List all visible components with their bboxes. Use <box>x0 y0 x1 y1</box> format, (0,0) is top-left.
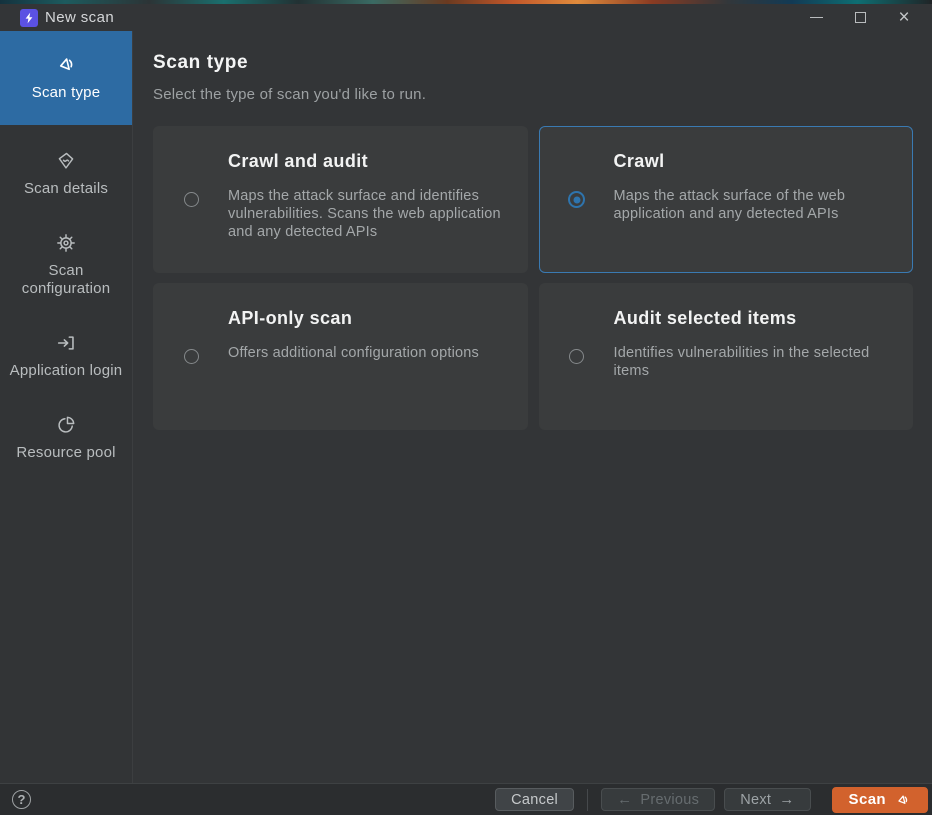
pie-chart-icon <box>55 414 77 436</box>
cancel-button-label: Cancel <box>511 792 558 808</box>
next-button-label: Next <box>740 792 771 808</box>
radio-api-only-scan[interactable] <box>184 349 199 364</box>
gear-icon <box>55 232 77 254</box>
radio-crawl-and-audit[interactable] <box>184 192 199 207</box>
next-button[interactable]: Next → <box>724 788 810 811</box>
wizard-footer: ? Cancel ← Previous Next → Scan <box>0 783 932 815</box>
arrow-left-icon: ← <box>617 791 632 808</box>
close-icon: × <box>898 8 909 27</box>
sidebar-item-label: Scan configuration <box>6 262 126 298</box>
window-title: New scan <box>45 9 114 26</box>
arrow-right-icon: → <box>779 791 794 808</box>
scan-type-icon <box>55 53 78 76</box>
sidebar-item-application-login[interactable]: Application login <box>0 319 132 394</box>
help-button[interactable]: ? <box>12 790 31 809</box>
burp-logo-icon <box>20 9 38 27</box>
option-description: Identifies vulnerabilities in the select… <box>614 344 895 380</box>
option-title: Crawl <box>614 151 895 172</box>
page-subtitle: Select the type of scan you'd like to ru… <box>153 86 913 103</box>
scan-type-options: Crawl and audit Maps the attack surface … <box>153 126 913 430</box>
option-description: Offers additional configuration options <box>228 344 509 362</box>
scan-button[interactable]: Scan <box>832 787 928 813</box>
new-scan-window: New scan × Scan type <box>0 0 932 815</box>
radio-crawl[interactable] <box>568 191 585 208</box>
scan-type-panel: Scan type Select the type of scan you'd … <box>133 31 932 783</box>
scan-button-label: Scan <box>849 791 886 808</box>
minimize-button[interactable] <box>794 4 838 31</box>
option-title: Crawl and audit <box>228 151 509 172</box>
option-card-audit-selected-items[interactable]: Audit selected items Identifies vulnerab… <box>539 283 914 430</box>
option-title: Audit selected items <box>614 308 895 329</box>
sidebar-item-label: Scan details <box>24 180 108 198</box>
option-card-api-only-scan[interactable]: API-only scan Offers additional configur… <box>153 283 528 430</box>
close-button[interactable]: × <box>882 4 926 31</box>
window-controls: × <box>794 4 932 31</box>
option-description: Maps the attack surface and identifies v… <box>228 187 509 241</box>
cancel-button[interactable]: Cancel <box>495 788 574 811</box>
minimize-icon <box>810 17 823 18</box>
scan-details-icon <box>55 150 77 172</box>
sidebar-item-resource-pool[interactable]: Resource pool <box>0 401 132 476</box>
previous-button-label: Previous <box>640 792 699 808</box>
question-mark-icon: ? <box>18 792 26 807</box>
login-icon <box>55 332 77 354</box>
page-title: Scan type <box>153 52 913 74</box>
sidebar-item-scan-type[interactable]: Scan type <box>0 31 132 125</box>
sidebar-item-scan-configuration[interactable]: Scan configuration <box>0 219 132 312</box>
option-title: API-only scan <box>228 308 509 329</box>
radio-audit-selected-items[interactable] <box>569 349 584 364</box>
sidebar-item-label: Application login <box>10 362 123 380</box>
option-card-crawl[interactable]: Crawl Maps the attack surface of the web… <box>539 126 914 273</box>
maximize-button[interactable] <box>838 4 882 31</box>
sidebar-item-label: Resource pool <box>16 444 115 462</box>
previous-button[interactable]: ← Previous <box>601 788 715 811</box>
wizard-sidebar: Scan type Scan details <box>0 31 133 783</box>
maximize-icon <box>855 12 866 23</box>
sidebar-item-label: Scan type <box>32 84 101 102</box>
titlebar: New scan × <box>0 4 932 31</box>
option-card-crawl-and-audit[interactable]: Crawl and audit Maps the attack surface … <box>153 126 528 273</box>
footer-divider <box>587 789 588 811</box>
sidebar-item-scan-details[interactable]: Scan details <box>0 137 132 212</box>
scan-type-icon <box>895 792 911 808</box>
option-description: Maps the attack surface of the web appli… <box>614 187 895 223</box>
